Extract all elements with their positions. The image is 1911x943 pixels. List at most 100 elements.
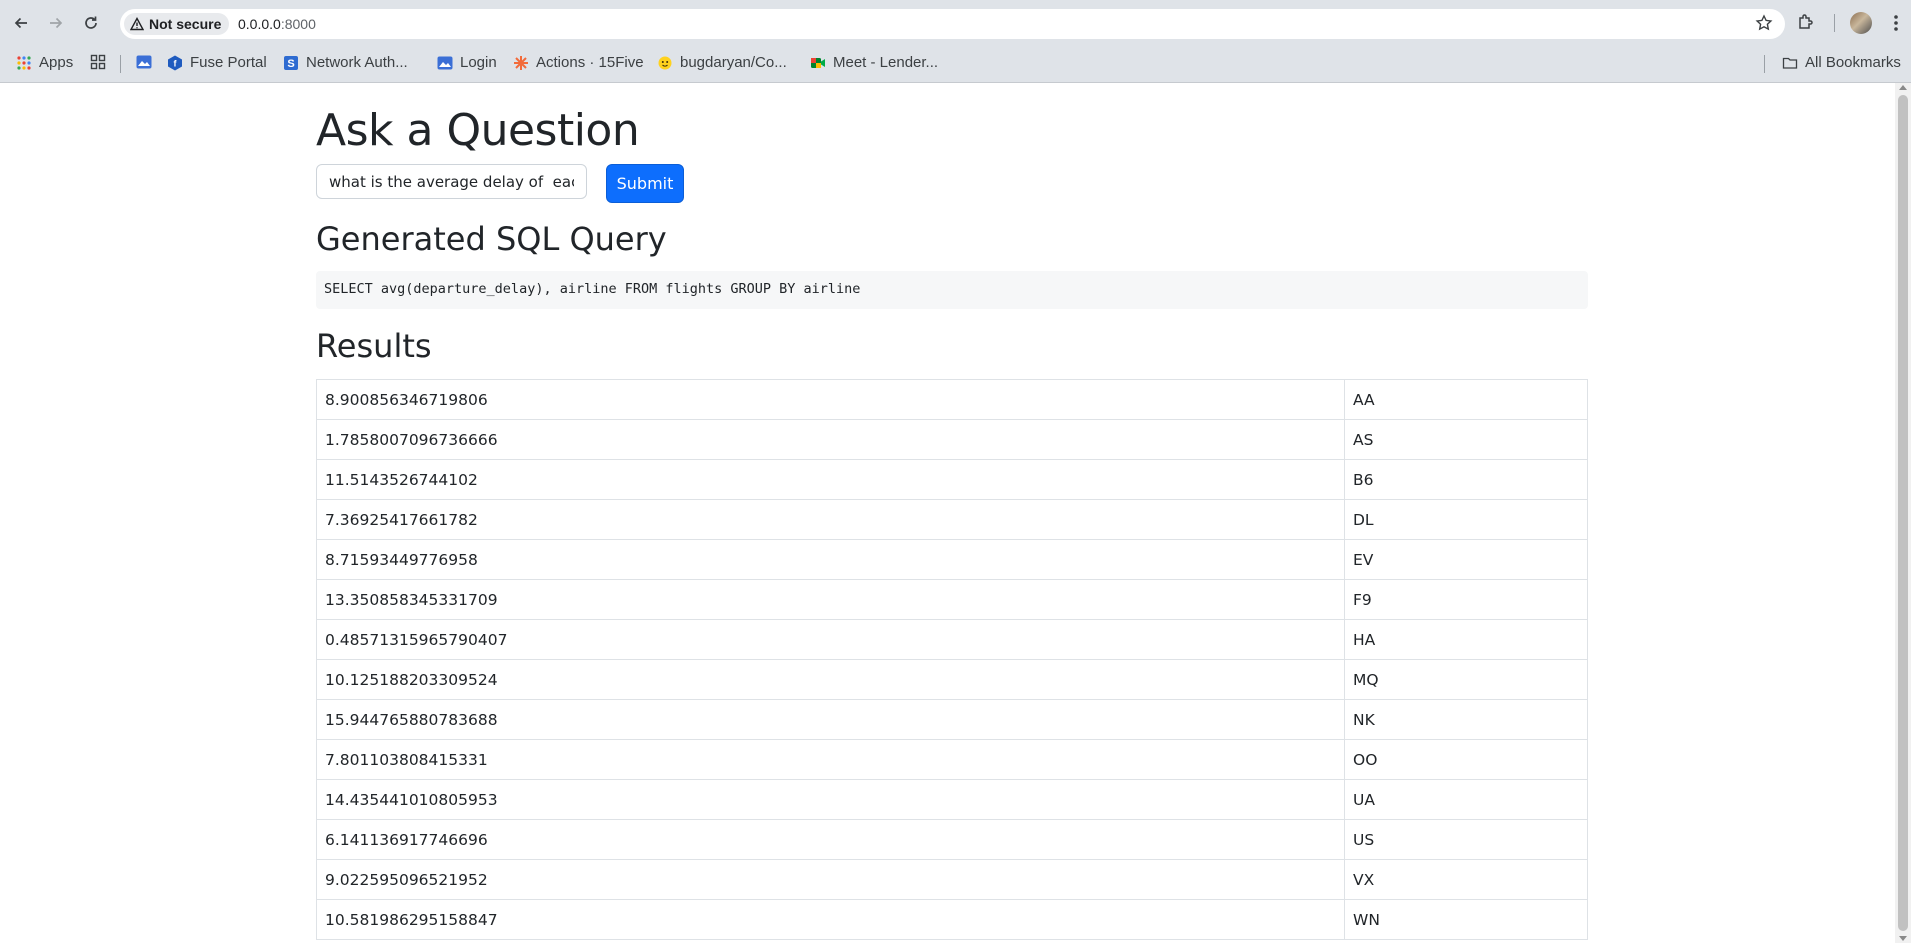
login-icon [437, 56, 453, 69]
all-bookmarks-label: All Bookmarks [1805, 54, 1901, 71]
security-label: Not secure [149, 16, 222, 32]
avg-delay-cell: 10.125188203309524 [316, 659, 1345, 700]
avg-delay-cell: 9.022595096521952 [316, 859, 1345, 900]
bookmark-fuse-portal[interactable]: f Fuse Portal [167, 54, 267, 71]
table-row: 14.435441010805953 UA [316, 779, 1588, 820]
bookmark-tab-groups[interactable] [90, 54, 113, 70]
reload-button[interactable] [80, 12, 102, 34]
airline-cell: OO [1344, 739, 1588, 780]
table-row: 9.022595096521952 VX [316, 859, 1588, 900]
airline-cell: UA [1344, 779, 1588, 820]
avg-delay-cell: 0.48571315965790407 [316, 619, 1345, 660]
table-row: 13.350858345331709 F9 [316, 579, 1588, 620]
bookmark-login[interactable]: Login [437, 54, 497, 71]
avg-delay-cell: 13.350858345331709 [316, 579, 1345, 620]
avg-delay-cell: 6.141136917746696 [316, 819, 1345, 860]
table-row: 7.801103808415331 OO [316, 739, 1588, 780]
bookmarks-divider [1764, 55, 1765, 73]
question-input[interactable] [316, 164, 587, 199]
security-indicator[interactable]: Not secure [124, 13, 230, 35]
results-table: 8.900856346719806 AA 1.7858007096736666 AS 1… [316, 379, 1588, 940]
avg-delay-cell: 8.71593449776958 [316, 539, 1345, 580]
sql-heading: Generated SQL Query [316, 220, 667, 258]
url-text: 0.0.0.0:8000 [238, 16, 316, 32]
avg-delay-cell: 7.801103808415331 [316, 739, 1345, 780]
puzzle-icon [1799, 14, 1813, 29]
airline-cell: WN [1344, 899, 1588, 940]
avg-delay-cell: 7.36925417661782 [316, 499, 1345, 540]
avg-delay-cell: 15.944765880783688 [316, 699, 1345, 740]
forward-button[interactable] [45, 12, 67, 34]
avg-delay-cell: 1.7858007096736666 [316, 419, 1345, 460]
airline-cell: AS [1344, 419, 1588, 460]
bookmark-bugdaryan[interactable]: bugdaryan/Co... [657, 54, 787, 71]
bookmark-meet[interactable]: Meet - Lender... [810, 54, 938, 71]
15five-icon [514, 55, 528, 70]
table-row: 7.36925417661782 DL [316, 499, 1588, 540]
table-row: 11.5143526744102 B6 [316, 459, 1588, 500]
airline-cell: DL [1344, 499, 1588, 540]
page-title: Ask a Question [316, 105, 640, 156]
airline-cell: EV [1344, 539, 1588, 580]
bookmark-label: bugdaryan/Co... [680, 54, 787, 71]
table-row: 8.900856346719806 AA [316, 379, 1588, 420]
bookmark-15five[interactable]: Actions · 15Five [513, 54, 644, 71]
airline-cell: US [1344, 819, 1588, 860]
airline-cell: B6 [1344, 459, 1588, 500]
folder-icon [1782, 57, 1798, 69]
arrow-right-icon [50, 17, 63, 29]
bookmark-label: Apps [39, 54, 74, 71]
page-viewport: Ask a Question Submit Generated SQL Quer… [0, 83, 1911, 943]
browser-menu-button[interactable] [1887, 12, 1905, 34]
table-row: 10.125188203309524 MQ [316, 659, 1588, 700]
bookmark-image[interactable] [136, 54, 159, 70]
airline-cell: AA [1344, 379, 1588, 420]
bookmark-label: Network Auth... [306, 54, 408, 71]
avg-delay-cell: 10.581986295158847 [316, 899, 1345, 940]
submit-button[interactable]: Submit [606, 164, 684, 203]
avg-delay-cell: 14.435441010805953 [316, 779, 1345, 820]
url-port: :8000 [280, 16, 316, 32]
table-row: 1.7858007096736666 AS [316, 419, 1588, 460]
back-button[interactable] [10, 12, 32, 34]
profile-avatar[interactable] [1850, 12, 1872, 34]
address-bar[interactable]: Not secure 0.0.0.0:8000 [120, 9, 1785, 39]
bookmark-star-button[interactable] [1755, 14, 1775, 34]
table-row: 15.944765880783688 NK [316, 699, 1588, 740]
bookmark-network-auth[interactable]: S Network Auth... [283, 54, 408, 71]
vertical-scrollbar[interactable] [1895, 83, 1911, 943]
scroll-up-arrow[interactable] [1899, 85, 1907, 90]
table-row: 8.71593449776958 EV [316, 539, 1588, 580]
network-auth-icon: S [284, 55, 298, 70]
hugging-face-icon [658, 56, 672, 69]
scroll-down-arrow[interactable] [1899, 936, 1907, 941]
results-heading: Results [316, 327, 432, 365]
warning-icon [130, 17, 144, 31]
svg-text:S: S [287, 58, 294, 70]
meet-icon [811, 57, 825, 68]
bookmarks-bar: Apps f Fuse Portal S Network Auth... Log… [0, 46, 1911, 83]
url-host: 0.0.0.0 [238, 16, 281, 32]
all-bookmarks-button[interactable]: All Bookmarks [1782, 54, 1901, 71]
results-table-body: 8.900856346719806 AA 1.7858007096736666 AS 1… [316, 379, 1588, 940]
avg-delay-cell: 11.5143526744102 [316, 459, 1345, 500]
star-icon [1755, 14, 1773, 31]
kebab-menu-icon [1894, 15, 1898, 31]
arrow-left-icon [14, 17, 27, 29]
bookmark-label: Fuse Portal [190, 54, 267, 71]
toolbar-divider [1834, 14, 1835, 32]
sql-query-block: SELECT avg(departure_delay), airline FRO… [316, 271, 1588, 309]
reload-icon [85, 16, 97, 29]
table-row: 0.48571315965790407 HA [316, 619, 1588, 660]
airline-cell: HA [1344, 619, 1588, 660]
tab-groups-icon [90, 54, 106, 70]
scrollbar-thumb[interactable] [1898, 95, 1908, 931]
bookmarks-divider [120, 55, 121, 73]
browser-toolbar: Not secure 0.0.0.0:8000 [0, 0, 1911, 46]
bookmark-label: Actions · 15Five [536, 54, 644, 71]
bookmark-apps[interactable]: Apps [16, 54, 73, 71]
table-row: 10.581986295158847 WN [316, 899, 1588, 940]
bookmark-label: Login [460, 54, 497, 71]
airline-cell: MQ [1344, 659, 1588, 700]
extensions-button[interactable] [1796, 12, 1816, 37]
